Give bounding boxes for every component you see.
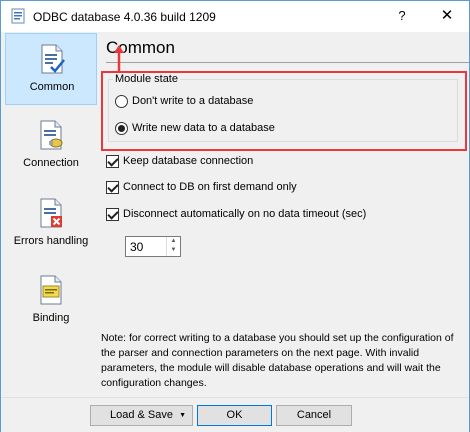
sidebar-item-errors-handling[interactable]: Errors handling xyxy=(5,188,97,260)
annotation-arrow-icon xyxy=(114,45,124,71)
sidebar-item-binding[interactable]: Binding xyxy=(5,265,97,337)
sidebar-item-label: Connection xyxy=(23,157,79,169)
load-save-button[interactable]: Load & Save ▼ xyxy=(90,405,193,426)
checkbox-label: Keep database connection xyxy=(123,155,254,167)
checkbox[interactable] xyxy=(106,180,119,194)
spin-buttons: ▲ ▼ xyxy=(166,237,180,256)
checkbox[interactable] xyxy=(106,154,119,168)
radio-write-new-data[interactable]: Write new data to a database xyxy=(115,120,275,136)
sidebar-item-common[interactable]: Common xyxy=(5,33,97,105)
sidebar-item-label: Common xyxy=(29,81,75,93)
sidebar-item-connection[interactable]: Connection xyxy=(5,110,97,182)
radio-button[interactable] xyxy=(115,121,128,135)
dialog-window: ODBC database 4.0.36 build 1209 ? ✕ Comm… xyxy=(0,0,470,432)
document-error-icon xyxy=(40,198,62,228)
checkbox-connect-on-demand[interactable]: Connect to DB on first demand only xyxy=(106,179,297,195)
window-title: ODBC database 4.0.36 build 1209 xyxy=(33,10,216,24)
spin-down-icon[interactable]: ▼ xyxy=(167,246,180,255)
load-save-label: Load & Save xyxy=(110,409,173,421)
radio-button[interactable] xyxy=(115,94,128,108)
module-state-legend: Module state xyxy=(113,73,180,85)
radio-label: Write new data to a database xyxy=(132,122,275,134)
checkbox-label: Connect to DB on first demand only xyxy=(123,181,297,193)
checkbox-auto-disconnect[interactable]: Disconnect automatically on no data time… xyxy=(106,206,366,222)
timeout-spinner[interactable]: 30 ▲ ▼ xyxy=(125,236,181,257)
checkbox-label: Disconnect automatically on no data time… xyxy=(123,208,367,220)
help-button[interactable]: ? xyxy=(379,1,425,31)
main-panel: Common Module state Don't write to a dat… xyxy=(101,32,469,397)
close-button[interactable]: ✕ xyxy=(425,1,469,31)
checkbox-keep-connection[interactable]: Keep database connection xyxy=(106,153,253,169)
checkbox[interactable] xyxy=(106,207,119,221)
radio-dont-write[interactable]: Don't write to a database xyxy=(115,93,253,109)
title-bar: ODBC database 4.0.36 build 1209 ? ✕ xyxy=(1,1,469,32)
sidebar: Common Connection Errors handling Bindin… xyxy=(1,32,101,397)
document-plug-icon xyxy=(40,120,63,150)
spin-up-icon[interactable]: ▲ xyxy=(167,237,180,246)
ok-button[interactable]: OK xyxy=(197,405,272,426)
note-text: Note: for correct writing to a database … xyxy=(101,332,454,389)
heading-divider xyxy=(106,62,469,63)
document-binding-icon xyxy=(40,275,62,305)
sidebar-item-label: Binding xyxy=(32,312,70,324)
radio-label: Don't write to a database xyxy=(132,95,254,107)
timeout-value[interactable]: 30 xyxy=(130,240,143,254)
button-bar: Load & Save ▼ OK Cancel xyxy=(1,397,469,432)
sidebar-item-label: Errors handling xyxy=(13,235,89,247)
cancel-button[interactable]: Cancel xyxy=(276,405,352,426)
app-icon xyxy=(11,8,25,24)
chevron-down-icon: ▼ xyxy=(179,412,186,419)
document-check-icon xyxy=(41,44,65,74)
